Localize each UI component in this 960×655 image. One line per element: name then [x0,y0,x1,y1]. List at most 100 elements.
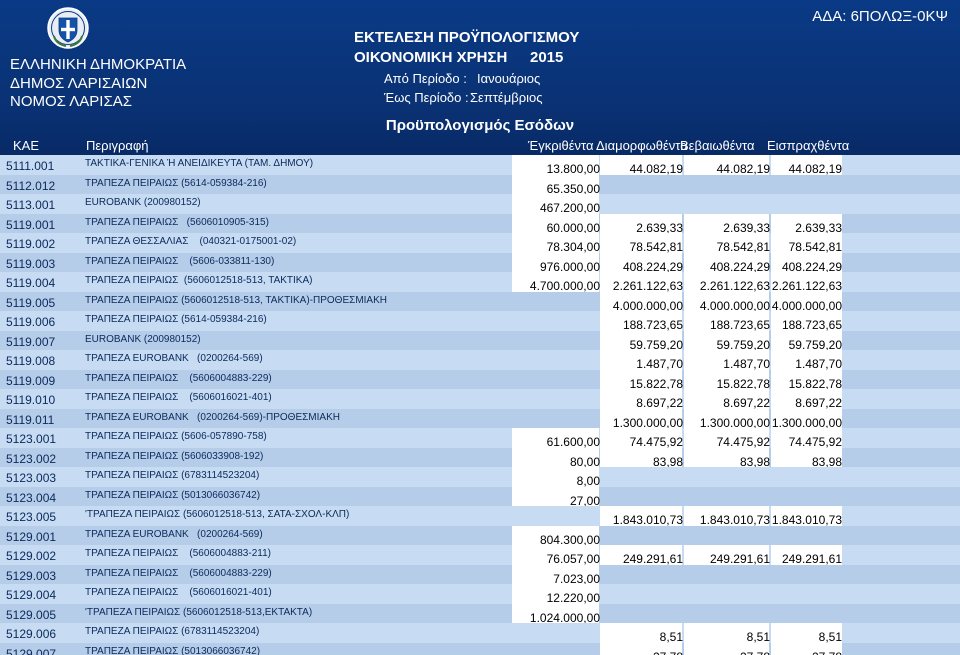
description: ΤΡΑΠΕΖΑ ΠΕΙΡΑΙΩΣ (5606016021-401) [85,587,272,598]
kae-code: 5111.001 [6,159,55,173]
description: ΤΡΑΠΕΖΑ ΠΕΙΡΑΙΩΣ (5606-033811-130) [85,255,275,267]
table-row: 5119.003 ΤΡΑΠΕΖΑ ΠΕΙΡΑΙΩΣ (5606-033811-13… [0,252,960,274]
municipality-name: ΔΗΜΟΣ ΛΑΡΙΣΑΙΩΝ [10,75,148,92]
kae-code: 5119.008 [6,354,56,368]
table-row: 5119.011 ΤΡΑΠΕΖΑ EUROBANK (0200264-569)-Π… [0,408,960,430]
table-row: 5123.005 'ΤΡΑΠΕΖΑ ΠΕΙΡΑΙΩΣ (5606012518-51… [0,506,960,527]
description: EUROBANK (200980152) [85,333,201,345]
table-row: 5123.001 ΤΡΑΠΕΖΑ ΠΕΙΡΑΙΩΣ (5606-057890-75… [0,428,960,449]
period-from-label: Από Περίοδο : [384,71,467,86]
period-to-value: Σεπτέμβριος [470,90,543,105]
kae-code: 5129.005 [6,607,57,622]
table-row: 5119.009 ΤΡΑΠΕΖΑ ΠΕΙΡΑΙΩΣ (5606004883-229… [0,369,960,391]
kae-code: 5129.001 [6,529,57,544]
description: ΤΡΑΠΕΖΑ ΠΕΙΡΑΙΩΣ (5013066036742) [85,645,261,655]
description: 'ΤΡΑΠΕΖΑ ΠΕΙΡΑΙΩΣ (5606012518-513,ΕΚΤΑΚΤ… [85,606,313,618]
kae-code: 5119.005 [6,295,56,310]
country-name: ΕΛΛΗΝΙΚΗ ΔΗΜΟΚΡΑΤΙΑ [10,56,187,73]
description: ΤΡΑΠΕΖΑ ΘΕΣΣΑΛΙΑΣ (040321-0175001-02) [85,236,297,247]
col-header-approved: Έγκριθέντα [528,138,594,153]
table-row: 5129.002 ΤΡΑΠΕΖΑ ΠΕΙΡΑΙΩΣ (5606004883-211… [0,545,960,566]
report-header: ΕΛΛΗΝΙΚΗ ΔΗΜΟΚΡΑΤΙΑ ΔΗΜΟΣ ΛΑΡΙΣΑΙΩΝ ΝΟΜΟ… [0,0,960,110]
table-row: 5129.005 'ΤΡΑΠΕΖΑ ΠΕΙΡΑΙΩΣ (5606012518-51… [0,603,960,625]
kae-code: 5119.010 [6,393,56,407]
table-row: 5111.001 ΤΑΚΤΙΚΑ-ΓΕΝΙΚΑ Ή ΑΝΕΙΔΙΚΕΥΤΑ (ΤΑ… [0,155,960,176]
description: ΤΑΚΤΙΚΑ-ΓΕΝΙΚΑ Ή ΑΝΕΙΔΙΚΕΥΤΑ (ΤΑΜ. ΔΗΜΟΥ… [85,158,314,169]
description: ΤΡΑΠΕΖΑ ΠΕΙΡΑΙΩΣ (5614-059384-216) [85,177,267,189]
table-row: 5123.002 ΤΡΑΠΕΖΑ ΠΕΙΡΑΙΩΣ (5606033908-192… [0,447,960,469]
coat-of-arms-icon [47,7,89,49]
period-to-label: Έως Περίοδο : [384,90,469,105]
col-header-assessed: Διαμορφωθέντα [596,138,688,153]
description: ΤΡΑΠΕΖΑ ΠΕΙΡΑΙΩΣ (5013066036742) [85,489,261,501]
description: ΤΡΑΠΕΖΑ ΠΕΙΡΑΙΩΣ (5606016021-401) [85,392,272,403]
table-row: 5113.001 EUROBANK (200980152) 467.200,00 [0,194,960,215]
description: ΤΡΑΠΕΖΑ ΠΕΙΡΑΙΩΣ (5606004883-211) [85,548,271,559]
table-row: 5112.012 ΤΡΑΠΕΖΑ ΠΕΙΡΑΙΩΣ (5614-059384-21… [0,174,960,196]
table-row: 5119.008 ΤΡΑΠΕΖΑ EUROBANK (0200264-569) 1.… [0,350,960,371]
kae-code: 5119.001 [6,217,56,232]
table-row: 5129.006 ΤΡΑΠΕΖΑ ΠΕΙΡΑΙΩΣ (6783114523204)… [0,623,960,644]
description: ΤΡΑΠΕΖΑ ΠΕΙΡΑΙΩΣ (5606004883-229) [85,372,272,384]
certified-value: 27,78 [683,650,770,655]
kae-code: 5123.001 [6,432,57,446]
assessed-value: 27,78 [600,650,683,655]
table-row: 5129.001 ΤΡΑΠΕΖΑ EUROBANK (0200264-569) 80… [0,525,960,547]
collected-value: 27,78 [770,650,842,655]
description: ΤΡΑΠΕΖΑ ΠΕΙΡΑΙΩΣ (5606-057890-758) [85,431,267,442]
table-row: 5129.007 ΤΡΑΠΕΖΑ ΠΕΙΡΑΙΩΣ (5013066036742)… [0,642,960,655]
description: 'ΤΡΑΠΕΖΑ ΠΕΙΡΑΙΩΣ (5606012518-513, ΣΑΤΑ-… [85,509,350,520]
description: ΤΡΑΠΕΖΑ EUROBANK (0200264-569) [85,353,263,364]
kae-code: 5119.007 [6,334,56,349]
page: { "header": { "country": "ΕΛΛΗΝΙΚΗ ΔΗΜΟΚ… [0,0,960,655]
table-row: 5119.001 ΤΡΑΠΕΖΑ ΠΕΙΡΑΙΩΣ (5606010905-315… [0,213,960,235]
col-header-description: Περιγραφή [86,138,149,153]
kae-code: 5129.002 [6,549,57,563]
description: ΤΡΑΠΕΖΑ ΠΕΙΡΑΙΩΣ (5606004883-229) [85,567,272,579]
kae-code: 5119.009 [6,373,56,388]
description: ΤΡΑΠΕΖΑ ΠΕΙΡΑΙΩΣ (6783114523204) [85,626,260,637]
table-row: 5129.004 ΤΡΑΠΕΖΑ ΠΕΙΡΑΙΩΣ (5606016021-401… [0,584,960,605]
col-header-certified: Βεβαιωθέντα [680,138,755,153]
kae-code: 5119.006 [6,315,56,329]
kae-code: 5119.003 [6,256,56,271]
fiscal-year-value: 2015 [530,49,564,66]
description: ΤΡΑΠΕΖΑ ΠΕΙΡΑΙΩΣ (6783114523204) [85,470,260,481]
kae-code: 5112.012 [6,178,56,193]
table-row: 5119.005 ΤΡΑΠΕΖΑ ΠΕΙΡΑΙΩΣ (5606012518-513… [0,291,960,313]
kae-code: 5119.011 [6,412,55,427]
table-row: 5123.004 ΤΡΑΠΕΖΑ ΠΕΙΡΑΙΩΣ (5013066036742)… [0,486,960,508]
description: ΤΡΑΠΕΖΑ ΠΕΙΡΑΙΩΣ (5606012518-513, ΤΑΚΤΙΚ… [85,275,313,286]
description: ΤΡΑΠΕΖΑ ΠΕΙΡΑΙΩΣ (5606010905-315) [85,216,269,228]
table-row: 5123.003 ΤΡΑΠΕΖΑ ΠΕΙΡΑΙΩΣ (6783114523204)… [0,467,960,488]
kae-code: 5129.004 [6,588,57,602]
table-row: 5119.006 ΤΡΑΠΕΖΑ ΠΕΙΡΑΙΩΣ (5614-059384-21… [0,311,960,332]
kae-code: 5129.003 [6,568,57,583]
kae-code: 5123.005 [6,510,57,524]
kae-code: 5123.002 [6,451,57,466]
table-row: 5129.003 ΤΡΑΠΕΖΑ ΠΕΙΡΑΙΩΣ (5606004883-229… [0,564,960,586]
table-row: 5119.004 ΤΡΑΠΕΖΑ ΠΕΙΡΑΙΩΣ (5606012518-513… [0,272,960,293]
kae-code: 5123.003 [6,471,57,485]
revenue-table: 5111.001 ΤΑΚΤΙΚΑ-ΓΕΝΙΚΑ Ή ΑΝΕΙΔΙΚΕΥΤΑ (ΤΑ… [0,155,960,655]
report-title: ΕΚΤΕΛΕΣΗ ΠΡΟΫΠΟΛΟΓΙΣΜΟΥ [354,29,580,46]
description: EUROBANK (200980152) [85,197,201,208]
description: ΤΡΑΠΕΖΑ EUROBANK (0200264-569)-ΠΡΟΘΕΣΜΙΑ… [85,411,340,423]
prefecture-name: ΝΟΜΟΣ ΛΑΡΙΣΑΣ [10,93,133,110]
table-row: 5119.010 ΤΡΑΠΕΖΑ ΠΕΙΡΑΙΩΣ (5606016021-401… [0,389,960,410]
col-header-kae: ΚΑΕ [13,138,40,153]
description: ΤΡΑΠΕΖΑ ΠΕΙΡΑΙΩΣ (5614-059384-216) [85,314,267,325]
table-header: Προϋπολογισμός Εσόδων ΚΑΕ Περιγραφή Έγκρ… [0,110,960,155]
description: ΤΡΑΠΕΖΑ ΠΕΙΡΑΙΩΣ (5606012518-513, ΤΑΚΤΙΚ… [85,294,387,306]
ada-code: ΑΔΑ: 6ΠΟΛΩΞ-0ΚΨ [812,8,948,25]
kae-code: 5123.004 [6,490,57,505]
kae-code: 5113.001 [6,198,56,212]
period-from-value: Ιανουάριος [477,71,541,86]
col-header-collected: Εισπραχθέντα [767,138,850,153]
kae-code: 5129.007 [6,646,57,655]
description: ΤΡΑΠΕΖΑ ΠΕΙΡΑΙΩΣ (5606033908-192) [85,450,264,462]
description: ΤΡΑΠΕΖΑ EUROBANK (0200264-569) [85,528,263,540]
table-row: 5119.002 ΤΡΑΠΕΖΑ ΘΕΣΣΑΛΙΑΣ (040321-017500… [0,233,960,254]
kae-code: 5119.002 [6,237,56,251]
kae-code: 5129.006 [6,627,57,641]
